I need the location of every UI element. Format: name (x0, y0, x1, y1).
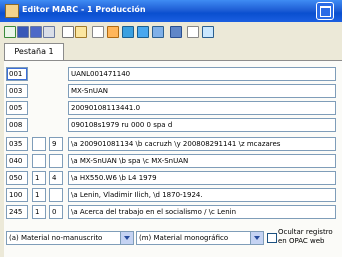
chevron-down-icon[interactable] (120, 232, 133, 244)
tag-input[interactable]: 005 (6, 101, 28, 115)
window-titlebar: Editor MARC - 1 Producción (0, 0, 342, 22)
toolbar (0, 22, 342, 42)
insert-field-icon[interactable] (107, 26, 119, 38)
tag-input[interactable]: 245 (6, 205, 28, 219)
tag-input[interactable]: 050 (6, 171, 28, 185)
save-icon[interactable] (17, 26, 29, 38)
field-value-input[interactable]: MX-SnUAN (68, 84, 336, 98)
tag-input[interactable]: 040 (6, 154, 28, 168)
copy-icon[interactable] (43, 26, 55, 38)
indicator2-input[interactable]: 4 (49, 171, 63, 185)
undo-icon[interactable] (92, 26, 104, 38)
indicator1-input[interactable]: 1 (32, 171, 46, 185)
bibliographic-level-select[interactable]: (m) Material monográfico (136, 231, 264, 245)
save-as-icon[interactable] (30, 26, 42, 38)
tag-input[interactable]: 008 (6, 118, 28, 132)
print-icon[interactable] (170, 26, 182, 38)
maximize-button[interactable] (316, 2, 334, 20)
tag-input[interactable]: 003 (6, 84, 28, 98)
tag-input[interactable]: 100 (6, 188, 28, 202)
field-value-input[interactable]: UANL001471140 (68, 67, 336, 81)
window-title: Editor MARC - 1 Producción (22, 5, 146, 14)
field-value-input[interactable]: \a 200901081134 \b cacruzh \y 2008082911… (68, 137, 336, 151)
indicator1-input[interactable]: 1 (32, 188, 46, 202)
indicator1-input[interactable] (32, 137, 46, 151)
search-icon[interactable] (187, 26, 199, 38)
move-up-icon[interactable] (137, 26, 149, 38)
field-value-input[interactable]: \a HX550.W6 \b L4 1979 (68, 171, 336, 185)
indicator2-input[interactable]: 0 (49, 205, 63, 219)
material-type-value: (a) Material no-manuscrito (9, 234, 103, 242)
field-value-input[interactable]: \a MX-SnUAN \b spa \c MX-SnUAN (68, 154, 336, 168)
indicator1-input[interactable] (32, 154, 46, 168)
indicator2-input[interactable]: 9 (49, 137, 63, 151)
chevron-down-icon[interactable] (250, 232, 263, 244)
delete-field-icon[interactable] (122, 26, 134, 38)
bibliographic-level-value: (m) Material monográfico (139, 234, 229, 242)
paste-icon[interactable] (75, 26, 87, 38)
indicator2-input[interactable] (49, 188, 63, 202)
indicator1-input[interactable]: 1 (32, 205, 46, 219)
hide-opac-checkbox[interactable] (267, 233, 277, 243)
material-type-select[interactable]: (a) Material no-manuscrito (6, 231, 134, 245)
field-value-input[interactable]: 090108s1979 ru 000 0 spa d (68, 118, 336, 132)
help-icon[interactable] (202, 26, 214, 38)
tab-strip: Pestaña 1 (0, 42, 342, 60)
field-value-input[interactable]: \a Acerca del trabajo en el socialismo /… (68, 205, 336, 219)
hide-opac-label: Ocultar registro en OPAC web (278, 228, 333, 245)
cut-icon[interactable] (62, 26, 74, 38)
move-down-icon[interactable] (152, 26, 164, 38)
tag-input[interactable]: 035 (6, 137, 28, 151)
tab-pestana-1[interactable]: Pestaña 1 (4, 43, 64, 60)
field-value-input[interactable]: \a Lenin, Vladimir Ilich, \d 1870-1924. (68, 188, 336, 202)
app-icon (5, 4, 19, 18)
tag-input[interactable]: 001 (6, 67, 28, 81)
field-value-input[interactable]: 20090108113441.0 (68, 101, 336, 115)
indicator2-input[interactable] (49, 154, 63, 168)
new-icon[interactable] (4, 26, 16, 38)
